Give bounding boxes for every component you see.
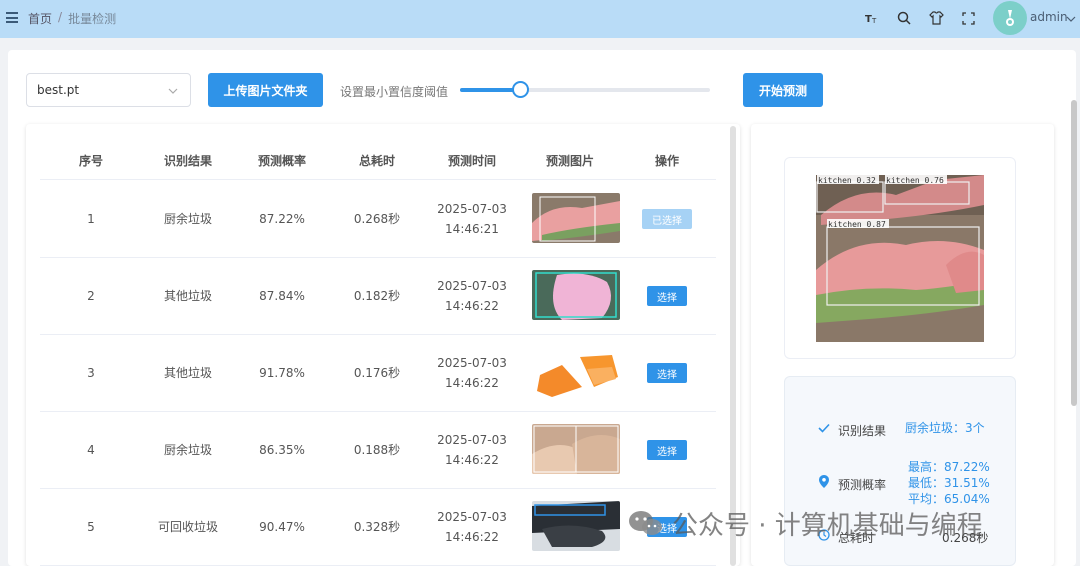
row-datetime: 2025-07-03 14:46:22: [437, 353, 507, 393]
table-header: 序号 识别结果 预测概率 总耗时 预测时间 预测图片 操作: [40, 140, 716, 180]
row-clock: 14:46:21: [445, 222, 499, 236]
detection-label: kitchen 0.87: [828, 220, 886, 229]
row-index: 2: [87, 289, 95, 303]
row-result: 其他垃圾: [163, 366, 213, 380]
watermark: 公众号 · 计算机基础与编程: [628, 505, 983, 542]
row-clock: 14:46:22: [445, 530, 499, 544]
select-button[interactable]: 选择: [647, 440, 687, 460]
threshold-label: 设置最小置信度阈值: [340, 85, 449, 99]
row-result: 可回收垃圾: [157, 520, 219, 534]
table-scrollbar[interactable]: [730, 126, 736, 566]
row-date: 2025-07-03: [437, 510, 507, 524]
row-clock: 14:46:22: [445, 376, 499, 390]
row-result: 其他垃圾: [163, 289, 213, 303]
row-time: 0.176秒: [353, 366, 401, 380]
row-thumbnail[interactable]: [532, 347, 620, 397]
row-time: 0.268秒: [353, 212, 401, 226]
row-thumbnail[interactable]: [532, 424, 620, 474]
detection-label: kitchen 0.76: [886, 176, 944, 185]
table-row: 1 厨余垃圾 87.22% 0.268秒 2025-07-03 14:46:21 …: [40, 181, 716, 258]
table-row: 5 可回收垃圾 90.47% 0.328秒 2025-07-03 14:46:22…: [40, 489, 716, 566]
model-select-value: best.pt: [37, 83, 80, 97]
breadcrumb-separator: /: [58, 10, 63, 24]
prob-max: 最高：87.22%: [908, 460, 990, 474]
svg-text:T: T: [871, 17, 877, 25]
header-toolbar: TT: [864, 10, 976, 26]
result-label: 识别结果: [838, 424, 887, 438]
chevron-down-icon: [168, 84, 178, 98]
row-index: 4: [87, 443, 95, 457]
page-scrollbar[interactable]: [1071, 100, 1077, 406]
avatar[interactable]: [993, 1, 1027, 35]
chevron-down-icon[interactable]: [1066, 12, 1076, 27]
breadcrumb-current: 批量检测: [68, 12, 117, 26]
header-prob: 预测概率: [257, 154, 307, 168]
row-datetime: 2025-07-03 14:46:21: [437, 199, 507, 239]
row-time: 0.328秒: [353, 520, 401, 534]
header-action: 操作: [654, 154, 680, 168]
row-datetime: 2025-07-03 14:46:22: [437, 430, 507, 470]
row-prob: 87.22%: [259, 212, 305, 226]
row-date: 2025-07-03: [437, 433, 507, 447]
row-clock: 14:46:22: [445, 299, 499, 313]
header-result: 识别结果: [163, 154, 213, 168]
select-button[interactable]: 选择: [647, 363, 687, 383]
location-pin-icon: [819, 475, 829, 491]
table-row: 4 厨余垃圾 86.35% 0.188秒 2025-07-03 14:46:22 …: [40, 412, 716, 489]
check-icon: [818, 422, 830, 436]
select-button[interactable]: 选择: [647, 286, 687, 306]
row-prob: 90.47%: [259, 520, 305, 534]
row-index: 5: [87, 520, 95, 534]
row-prob: 91.78%: [259, 366, 305, 380]
row-datetime: 2025-07-03 14:46:22: [437, 507, 507, 547]
row-thumbnail[interactable]: [532, 501, 620, 551]
header-time: 总耗时: [358, 154, 396, 168]
row-clock: 14:46:22: [445, 453, 499, 467]
row-prob: 87.84%: [259, 289, 305, 303]
threshold-slider-fill: [460, 88, 520, 92]
start-predict-button[interactable]: 开始预测: [743, 73, 823, 107]
breadcrumb: 首页 / 批量检测: [28, 10, 116, 27]
font-size-icon[interactable]: TT: [864, 10, 880, 26]
result-value: 厨余垃圾：3个: [905, 421, 985, 435]
breadcrumb-home[interactable]: 首页: [28, 10, 52, 27]
row-date: 2025-07-03: [437, 202, 507, 216]
row-date: 2025-07-03: [437, 279, 507, 293]
row-thumbnail[interactable]: [532, 270, 620, 320]
svg-text:T: T: [865, 14, 872, 25]
row-prob: 86.35%: [259, 443, 305, 457]
threshold-slider[interactable]: [460, 81, 710, 98]
header-date: 预测时间: [447, 154, 497, 168]
row-time: 0.182秒: [353, 289, 401, 303]
preview-image[interactable]: kitchen 0.32 kitchen 0.76 kitchen 0.87: [816, 175, 984, 342]
row-datetime: 2025-07-03 14:46:22: [437, 276, 507, 316]
row-index: 1: [87, 212, 95, 226]
menu-icon[interactable]: [6, 12, 18, 23]
header-index: 序号: [78, 154, 104, 168]
header-image: 预测图片: [545, 154, 595, 168]
fullscreen-icon[interactable]: [960, 10, 976, 26]
prob-min: 最低：31.51%: [908, 476, 990, 490]
user-name[interactable]: admin: [1030, 10, 1068, 24]
table-row: 2 其他垃圾 87.84% 0.182秒 2025-07-03 14:46:22 …: [40, 258, 716, 335]
wechat-icon: [628, 509, 664, 539]
table-row: 3 其他垃圾 91.78% 0.176秒 2025-07-03 14:46:22 …: [40, 335, 716, 412]
row-result: 厨余垃圾: [163, 212, 213, 226]
upload-folder-button[interactable]: 上传图片文件夹: [208, 73, 323, 107]
row-time: 0.188秒: [353, 443, 401, 457]
row-date: 2025-07-03: [437, 356, 507, 370]
row-thumbnail[interactable]: [532, 193, 620, 243]
row-index: 3: [87, 366, 95, 380]
row-result: 厨余垃圾: [163, 443, 213, 457]
shirt-icon[interactable]: [928, 10, 944, 26]
select-button[interactable]: 已选择: [642, 209, 692, 229]
detection-label: kitchen 0.32: [818, 176, 876, 185]
watermark-text: 公众号 · 计算机基础与编程: [672, 511, 983, 541]
prob-label: 预测概率: [838, 478, 887, 492]
search-icon[interactable]: [896, 10, 912, 26]
threshold-slider-handle[interactable]: [512, 81, 529, 98]
model-select[interactable]: best.pt: [26, 73, 191, 107]
